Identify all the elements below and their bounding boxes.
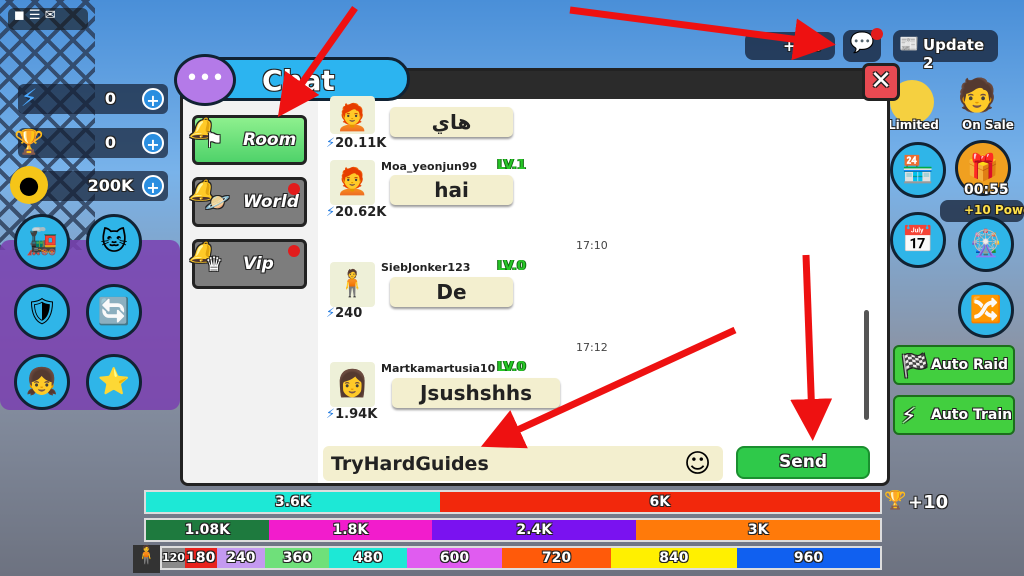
bar-segment: 120 (162, 548, 185, 568)
lightning-icon: ⚡ (901, 404, 917, 429)
tab-world[interactable]: 🔔 🪐 World (189, 177, 307, 227)
energy-stat: ⚡ 0 + (18, 84, 168, 114)
trophy-stat: 🏆 0 + (14, 128, 168, 158)
auto-raid-button[interactable]: 🏁 Auto Raid (893, 345, 1015, 385)
bar-segment: 180 (184, 548, 217, 568)
level-badge: LV.0 (497, 259, 526, 274)
lightning-icon: ⚡ (326, 136, 336, 151)
chat-scrollbar[interactable] (864, 310, 869, 420)
bar-segment: 3K (636, 520, 880, 540)
bar-segment: 840 (610, 548, 738, 568)
bar-segment: 1.08K (146, 520, 269, 540)
add-energy-button[interactable]: + (142, 88, 164, 110)
message-bubble: hai (390, 175, 513, 205)
armor-button[interactable]: 🛡 (14, 284, 70, 340)
username: SiebJonker123 (381, 261, 471, 274)
level-badge: LV.0 (497, 360, 526, 375)
close-button[interactable]: ✕ (862, 63, 900, 101)
checkered-flag-icon: 🏁 (901, 354, 929, 379)
power-boost-indicator: +0% (745, 32, 835, 60)
lightning-icon: ⚡ (326, 407, 336, 422)
lightning-icon: ⚡ (326, 306, 336, 321)
pets-button[interactable]: 🐱 (86, 214, 142, 270)
progress-bar-3: 120 180 240 360 480 600 720 840 960 (160, 546, 882, 570)
flag-icon: ⚑ (205, 128, 223, 152)
notification-dot (871, 28, 883, 40)
avatar: 👩 (330, 362, 375, 407)
progress-bar-2: 1.08K 1.8K 2.4K 3K (144, 518, 882, 542)
bar-segment: 2.4K (432, 520, 637, 540)
player-avatar: 🧍 (133, 545, 160, 573)
avatar: 🧍 (330, 262, 375, 307)
power-value: ⚡1.94K (326, 407, 378, 422)
tab-room[interactable]: 🔔 ⚑ Room (189, 115, 307, 165)
tab-vip[interactable]: 🔔 ♛ Vip (189, 239, 307, 289)
crown-icon: ♛ (205, 252, 223, 276)
add-trophy-button[interactable]: + (142, 132, 164, 154)
background-tower (0, 0, 95, 250)
coin-icon: ● (10, 166, 48, 204)
bar-segment: 6K (439, 492, 880, 512)
coin-stat: ● 200K + (10, 166, 168, 204)
message-bubble: هاي (390, 107, 513, 137)
bar-segment: 3.6K (146, 492, 440, 512)
send-button[interactable]: Send (736, 446, 870, 479)
bar-segment: 360 (265, 548, 330, 568)
username: Martkamartusia10 (381, 362, 496, 375)
power-value: ⚡240 (326, 306, 363, 321)
auto-train-button[interactable]: ⚡ Auto Train (893, 395, 1015, 435)
avatar-button[interactable]: 👧 (14, 354, 70, 410)
power-value: ⚡20.11K (326, 136, 387, 151)
progress-bar-1: 3.6K 6K (144, 490, 882, 514)
trade-button[interactable]: 🔄 (86, 284, 142, 340)
spin-wheel-button[interactable]: 🎡 (958, 216, 1014, 272)
power-value: ⚡20.62K (326, 205, 387, 220)
reward-value: +10 (908, 492, 949, 513)
chat-toggle-button[interactable]: 💬 (843, 28, 883, 62)
notification-dot (288, 183, 300, 195)
bar-segment: 1.8K (268, 520, 433, 540)
trade-swap-button[interactable]: 🔀 (958, 282, 1014, 338)
rewards-button[interactable]: ⭐ (86, 354, 142, 410)
message-bubble: Jsushshhs (392, 378, 560, 408)
planet-icon: 🪐 (205, 190, 230, 214)
chat-tabs: 🔔 ⚑ Room 🔔 🪐 World 🔔 ♛ Vip (183, 99, 318, 483)
username: Moa_yeonjun99 (381, 160, 478, 173)
lightning-icon: ⚡ (20, 84, 38, 112)
bar-segment: 600 (406, 548, 503, 568)
chat-panel: 🔔 ⚑ Room 🔔 🪐 World 🔔 ♛ Vip (180, 68, 890, 486)
calendar-button[interactable]: 📅 (890, 212, 946, 268)
roblox-menu-button[interactable]: ◼ ☰ ✉ (8, 8, 88, 30)
level-badge: LV.1 (497, 158, 526, 173)
emoji-icon[interactable]: ☺ (684, 449, 711, 479)
on-sale-button[interactable]: 🧑 (952, 76, 1002, 124)
bar-segment: 720 (502, 548, 611, 568)
avatar: 🧑‍🦰 (330, 96, 375, 134)
chat-input[interactable] (323, 446, 723, 481)
trophy-icon: 🏆 (884, 490, 907, 511)
speech-bubble-icon: ••• (174, 54, 236, 106)
chat-title: ••• Chat (174, 54, 410, 106)
message-bubble: De (390, 277, 513, 307)
bar-segment: 480 (329, 548, 407, 568)
update-button[interactable]: 📰 Update 2 (893, 30, 998, 72)
add-coins-button[interactable]: + (142, 175, 164, 197)
shop-button[interactable]: 🏪 (890, 142, 946, 198)
news-icon: 📰 (899, 34, 919, 53)
trophy-icon: 🏆 (14, 128, 44, 156)
train-button[interactable]: 🚂 (14, 214, 70, 270)
timestamp: 17:10 (576, 239, 608, 252)
bar-segment: 240 (216, 548, 266, 568)
bar-segment: 960 (737, 548, 880, 568)
timestamp: 17:12 (576, 341, 608, 354)
notification-dot (288, 245, 300, 257)
lightning-icon: ⚡ (326, 205, 336, 220)
avatar: 🧑‍🦰 (330, 160, 375, 205)
